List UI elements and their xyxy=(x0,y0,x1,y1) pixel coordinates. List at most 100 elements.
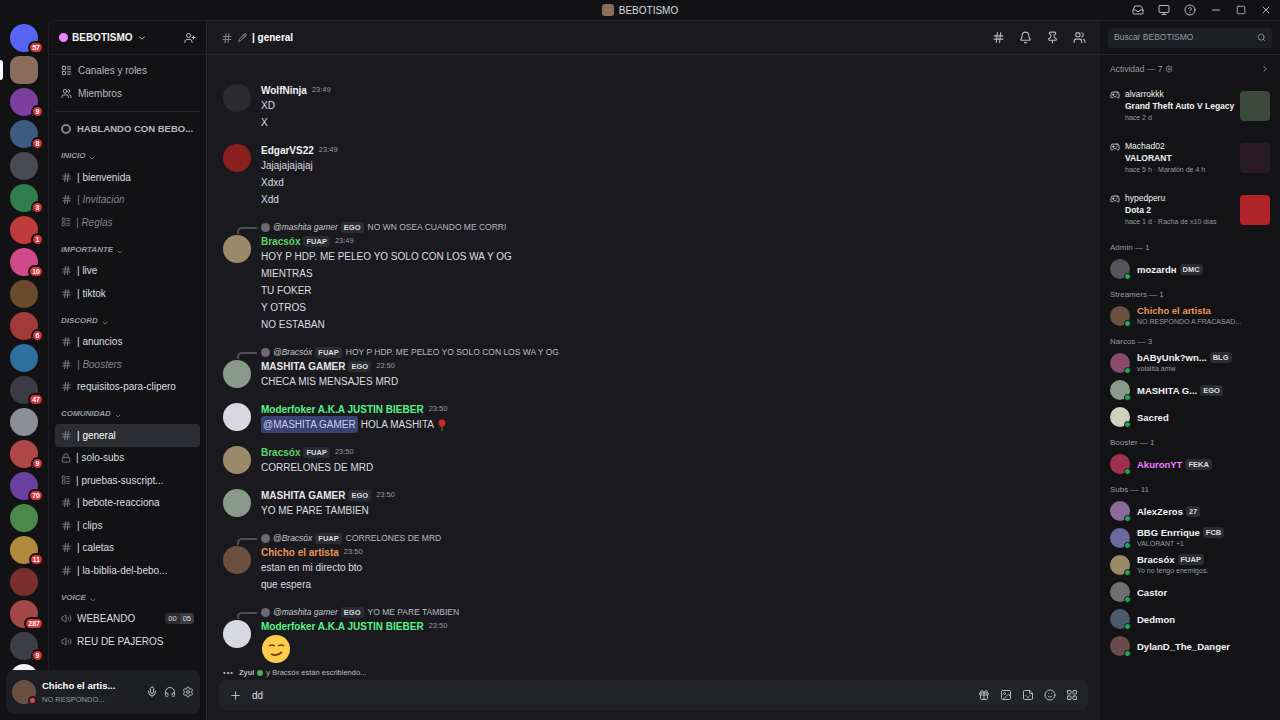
server-avatar[interactable] xyxy=(10,344,38,372)
category-header[interactable]: DISCORD xyxy=(55,305,200,331)
activity-header: Actividad — 7 xyxy=(1110,63,1162,76)
channel-item[interactable]: | la-biblia-del-bebo... xyxy=(55,559,200,582)
channel-item[interactable]: | bienvenida xyxy=(55,166,200,189)
server-avatar[interactable] xyxy=(10,152,38,180)
member-row[interactable]: DylanD_The_Danger xyxy=(1110,633,1270,660)
reply-preview[interactable]: @BracsóxFUAPCORRELONES DE MRD xyxy=(223,531,1084,545)
member-row[interactable]: MASHITA G...EGO xyxy=(1110,377,1270,404)
threads-icon[interactable] xyxy=(992,31,1005,44)
channel-item[interactable]: | live xyxy=(55,260,200,283)
server-avatar[interactable] xyxy=(10,664,38,670)
channel-item[interactable]: requisitos-para-clipero xyxy=(55,376,200,399)
sidebar-item[interactable]: Canales y roles xyxy=(55,59,200,82)
headphones-icon[interactable] xyxy=(164,686,176,698)
member-row[interactable]: AlexZeros27 xyxy=(1110,498,1270,525)
role-tag: FUAP xyxy=(315,347,341,358)
message-avatar[interactable] xyxy=(223,235,251,263)
member-row[interactable]: AkuronYTFEKA xyxy=(1110,451,1270,478)
gif-icon[interactable] xyxy=(1000,689,1012,701)
channel-item[interactable]: | clips xyxy=(55,514,200,537)
channel-item[interactable]: | Invitación xyxy=(55,189,200,212)
apps-icon[interactable] xyxy=(1066,689,1078,701)
help-icon[interactable] xyxy=(1184,4,1196,16)
screen-icon[interactable] xyxy=(1158,4,1170,16)
sidebar-item[interactable]: Miembros xyxy=(55,82,200,105)
maximize-icon[interactable] xyxy=(1236,5,1246,15)
message-author[interactable]: Moderfoker A.K.A JUSTIN BIEBER xyxy=(261,619,424,634)
channel-item[interactable]: | Boosters xyxy=(55,353,200,376)
message-author[interactable]: MASHITA GAMER xyxy=(261,359,345,374)
invite-icon[interactable] xyxy=(184,32,196,44)
message-avatar[interactable] xyxy=(223,489,251,517)
member-row[interactable]: Chicho el artistaNO RESPONDO A FRACASAD.… xyxy=(1110,303,1270,330)
activity-card[interactable]: hypedperuDota 2hace 1 d · Racha de x10 d… xyxy=(1110,184,1270,236)
channel-item[interactable]: | solo-subs xyxy=(55,447,200,470)
message-author[interactable]: Moderfoker A.K.A JUSTIN BIEBER xyxy=(261,402,424,417)
message-author[interactable]: Chicho el artista xyxy=(261,545,339,560)
channel-item[interactable]: | bebote-reacciona xyxy=(55,492,200,515)
channel-item[interactable]: | anuncios xyxy=(55,331,200,354)
reply-preview[interactable]: @mashita gamerEGONO WN OSEA CUANDO ME CO… xyxy=(223,220,1084,234)
event-item[interactable]: HABLANDO CON BEBO... xyxy=(55,118,200,140)
message-avatar[interactable] xyxy=(223,546,251,574)
channel-item[interactable]: | Reglas xyxy=(55,211,200,234)
message-avatar[interactable] xyxy=(223,84,251,112)
member-row[interactable]: BBG EnrriqueFCBVALORANT +1 xyxy=(1110,525,1270,552)
message-author[interactable]: EdgarVS22 xyxy=(261,143,314,158)
mention[interactable]: @MASHITA GAMER xyxy=(261,416,358,433)
member-row[interactable]: Sacred xyxy=(1110,404,1270,431)
member-row[interactable]: BracsóxFUAPYo no tengo enemigos. xyxy=(1110,552,1270,579)
sticker-icon[interactable] xyxy=(1022,689,1034,701)
message-author[interactable]: MASHITA GAMER xyxy=(261,488,345,503)
message-input[interactable]: dd xyxy=(219,680,1088,710)
message-author[interactable]: WolfNinja xyxy=(261,83,307,98)
category-header[interactable]: IMPORTANTE xyxy=(55,234,200,260)
channel-item[interactable]: | pruebas-suscript... xyxy=(55,469,200,492)
channel-item[interactable]: WEBEANDO0005 xyxy=(55,608,200,631)
channel-item[interactable]: | tiktok xyxy=(55,282,200,305)
reply-preview[interactable]: @BracsóxFUAPHOY P HDP. ME PELEO YO SOLO … xyxy=(223,345,1084,359)
server-avatar[interactable] xyxy=(10,568,38,596)
server-avatar[interactable] xyxy=(10,56,38,84)
minimize-icon[interactable] xyxy=(1210,4,1222,16)
message-line: @MASHITA GAMERHOLA MASHITA xyxy=(261,416,447,433)
close-icon[interactable] xyxy=(1260,4,1272,16)
search-field[interactable]: Buscar BEBOTISMO xyxy=(1108,28,1272,48)
activity-card[interactable]: Machad02VALORANThace 5 h · Maratón de 4 … xyxy=(1110,132,1270,184)
activity-card[interactable]: alvarrokkkGrand Theft Auto V Legacyhace … xyxy=(1110,80,1270,132)
bell-icon[interactable] xyxy=(1019,31,1032,44)
message-avatar[interactable] xyxy=(223,144,251,172)
message-avatar[interactable] xyxy=(223,446,251,474)
message-line: CORRELONES DE MRD xyxy=(261,459,373,476)
member-row[interactable]: mozardнDMC xyxy=(1110,256,1270,283)
message-avatar[interactable] xyxy=(223,360,251,388)
guild-header[interactable]: BEBOTISMO xyxy=(49,21,206,55)
channel-item[interactable]: | caletas xyxy=(55,537,200,560)
message-author[interactable]: Bracsóx xyxy=(261,445,300,460)
category-header[interactable]: INICIO xyxy=(55,140,200,166)
channel-item[interactable]: REU DE PAJEROS xyxy=(55,630,200,653)
chevron-right-icon[interactable] xyxy=(1260,64,1270,74)
pin-icon[interactable] xyxy=(1046,31,1059,44)
reply-preview[interactable]: @mashita gamerEGOYO ME PARE TAMBIEN xyxy=(223,605,1084,619)
mic-icon[interactable] xyxy=(146,686,158,698)
category-header[interactable]: COMUNIDAD xyxy=(55,398,200,424)
status-dot xyxy=(1124,421,1131,428)
channel-item[interactable]: | general xyxy=(55,424,200,447)
message-avatar[interactable] xyxy=(223,620,251,648)
inbox-icon[interactable] xyxy=(1132,4,1144,16)
attach-icon[interactable] xyxy=(229,689,242,702)
settings-icon[interactable] xyxy=(182,686,194,698)
gift-icon[interactable] xyxy=(978,689,990,701)
member-row[interactable]: Dedmon xyxy=(1110,606,1270,633)
server-avatar[interactable] xyxy=(10,504,38,532)
emoji-icon[interactable] xyxy=(1044,689,1056,701)
members-icon[interactable] xyxy=(1073,31,1086,44)
server-avatar[interactable] xyxy=(10,408,38,436)
message-avatar[interactable] xyxy=(223,403,251,431)
server-avatar[interactable] xyxy=(10,280,38,308)
member-row[interactable]: Castor xyxy=(1110,579,1270,606)
member-row[interactable]: bAByUnk?wn...BLGvolalita amw xyxy=(1110,350,1270,377)
category-header[interactable]: VOICE xyxy=(55,582,200,608)
message-author[interactable]: Bracsóx xyxy=(261,234,300,249)
